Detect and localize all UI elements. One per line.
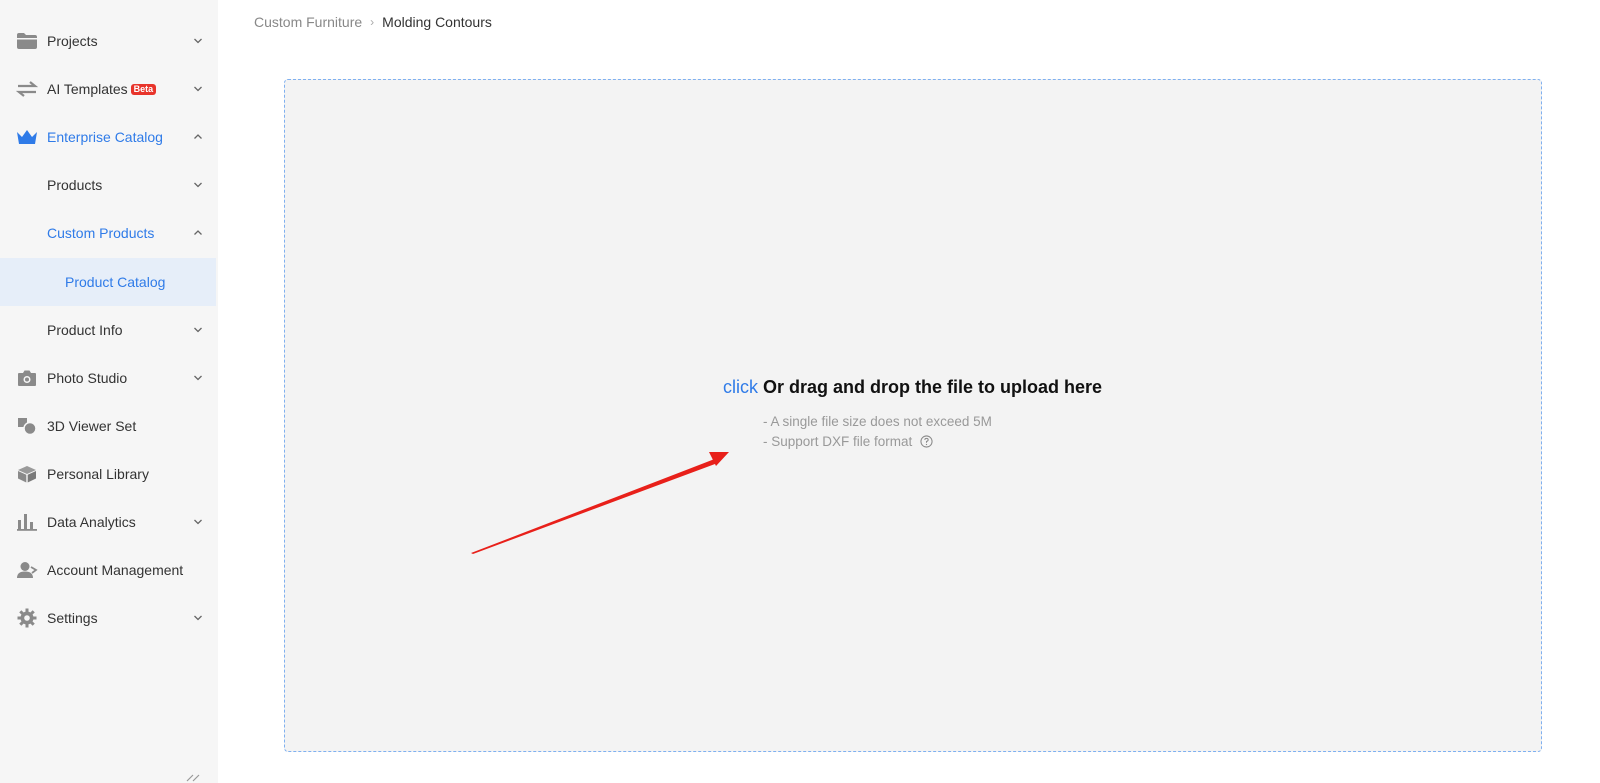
sidebar-item-product-info[interactable]: Product Info	[0, 306, 218, 354]
hint-file-size: - A single file size does not exceed 5M	[763, 414, 992, 429]
collapse-sidebar-icon[interactable]	[186, 770, 200, 783]
hint-text: - Support DXF file format	[763, 434, 913, 449]
chevron-down-icon	[194, 327, 202, 333]
sidebar-item-label: Personal Library	[47, 466, 149, 482]
user-icon	[16, 560, 38, 580]
sidebar-item-settings[interactable]: Settings	[0, 594, 218, 642]
sidebar-item-account-management[interactable]: Account Management	[0, 546, 218, 594]
breadcrumb-item-custom-furniture[interactable]: Custom Furniture	[254, 14, 362, 30]
chevron-up-icon	[194, 134, 202, 139]
file-upload-dropzone[interactable]: click Or drag and drop the file to uploa…	[284, 79, 1542, 752]
sidebar-item-label: Photo Studio	[47, 370, 128, 386]
chevron-down-icon	[194, 615, 202, 621]
shapes-icon	[16, 416, 38, 436]
upload-title: click Or drag and drop the file to uploa…	[723, 377, 1102, 398]
chevron-down-icon	[194, 86, 202, 92]
sidebar-item-enterprise-catalog[interactable]: Enterprise Catalog	[0, 113, 218, 161]
sidebar-item-label: Product Catalog	[65, 274, 166, 290]
gear-icon	[16, 608, 38, 628]
hint-text: - A single file size does not exceed 5M	[763, 414, 992, 429]
sidebar-item-label: Account Management	[47, 562, 184, 578]
sidebar-item-personal-library[interactable]: Personal Library	[0, 450, 218, 498]
sidebar-item-products[interactable]: Products	[0, 161, 218, 209]
folder-icon	[16, 31, 38, 51]
breadcrumb: Custom Furniture › Molding Contours	[254, 14, 492, 30]
sidebar-item-label: Custom Products	[47, 225, 155, 241]
chevron-up-icon	[194, 230, 202, 235]
upload-instruction: Or drag and drop the file to upload here	[763, 377, 1103, 397]
help-icon[interactable]	[920, 435, 933, 448]
split-arrows-icon	[16, 79, 38, 99]
sidebar-item-ai-templates[interactable]: AI Templates Beta	[0, 65, 218, 113]
sidebar: Projects AI Templates Beta Enterprise Cat…	[0, 0, 218, 783]
sidebar-item-label: Enterprise Catalog	[47, 129, 163, 145]
sidebar-item-label: AI Templates	[47, 81, 128, 97]
sidebar-item-data-analytics[interactable]: Data Analytics	[0, 498, 218, 546]
sidebar-item-label: Projects	[47, 33, 98, 49]
beta-badge: Beta	[130, 84, 157, 95]
breadcrumb-separator: ›	[370, 15, 375, 29]
sidebar-item-custom-products[interactable]: Custom Products	[0, 209, 218, 257]
chevron-down-icon	[194, 38, 202, 44]
hint-file-format: - Support DXF file format	[763, 434, 933, 449]
sidebar-item-label: 3D Viewer Set	[47, 418, 137, 434]
crown-icon	[16, 127, 38, 147]
upload-click-link[interactable]: click	[723, 377, 758, 397]
bar-chart-icon	[16, 512, 38, 532]
sidebar-item-photo-studio[interactable]: Photo Studio	[0, 354, 218, 402]
camera-icon	[16, 368, 38, 388]
sidebar-item-label: Data Analytics	[47, 514, 136, 530]
sidebar-item-label: Settings	[47, 610, 98, 626]
chevron-down-icon	[194, 182, 202, 188]
sidebar-item-3d-viewer-set[interactable]: 3D Viewer Set	[0, 402, 218, 450]
sidebar-item-projects[interactable]: Projects	[0, 17, 218, 65]
cube-icon	[16, 464, 38, 484]
sidebar-item-label: Products	[47, 177, 103, 193]
chevron-down-icon	[194, 375, 202, 381]
sidebar-item-label: Product Info	[47, 322, 123, 338]
breadcrumb-item-molding-contours: Molding Contours	[382, 14, 492, 30]
sidebar-item-product-catalog[interactable]: Product Catalog	[0, 258, 216, 306]
chevron-down-icon	[194, 519, 202, 525]
